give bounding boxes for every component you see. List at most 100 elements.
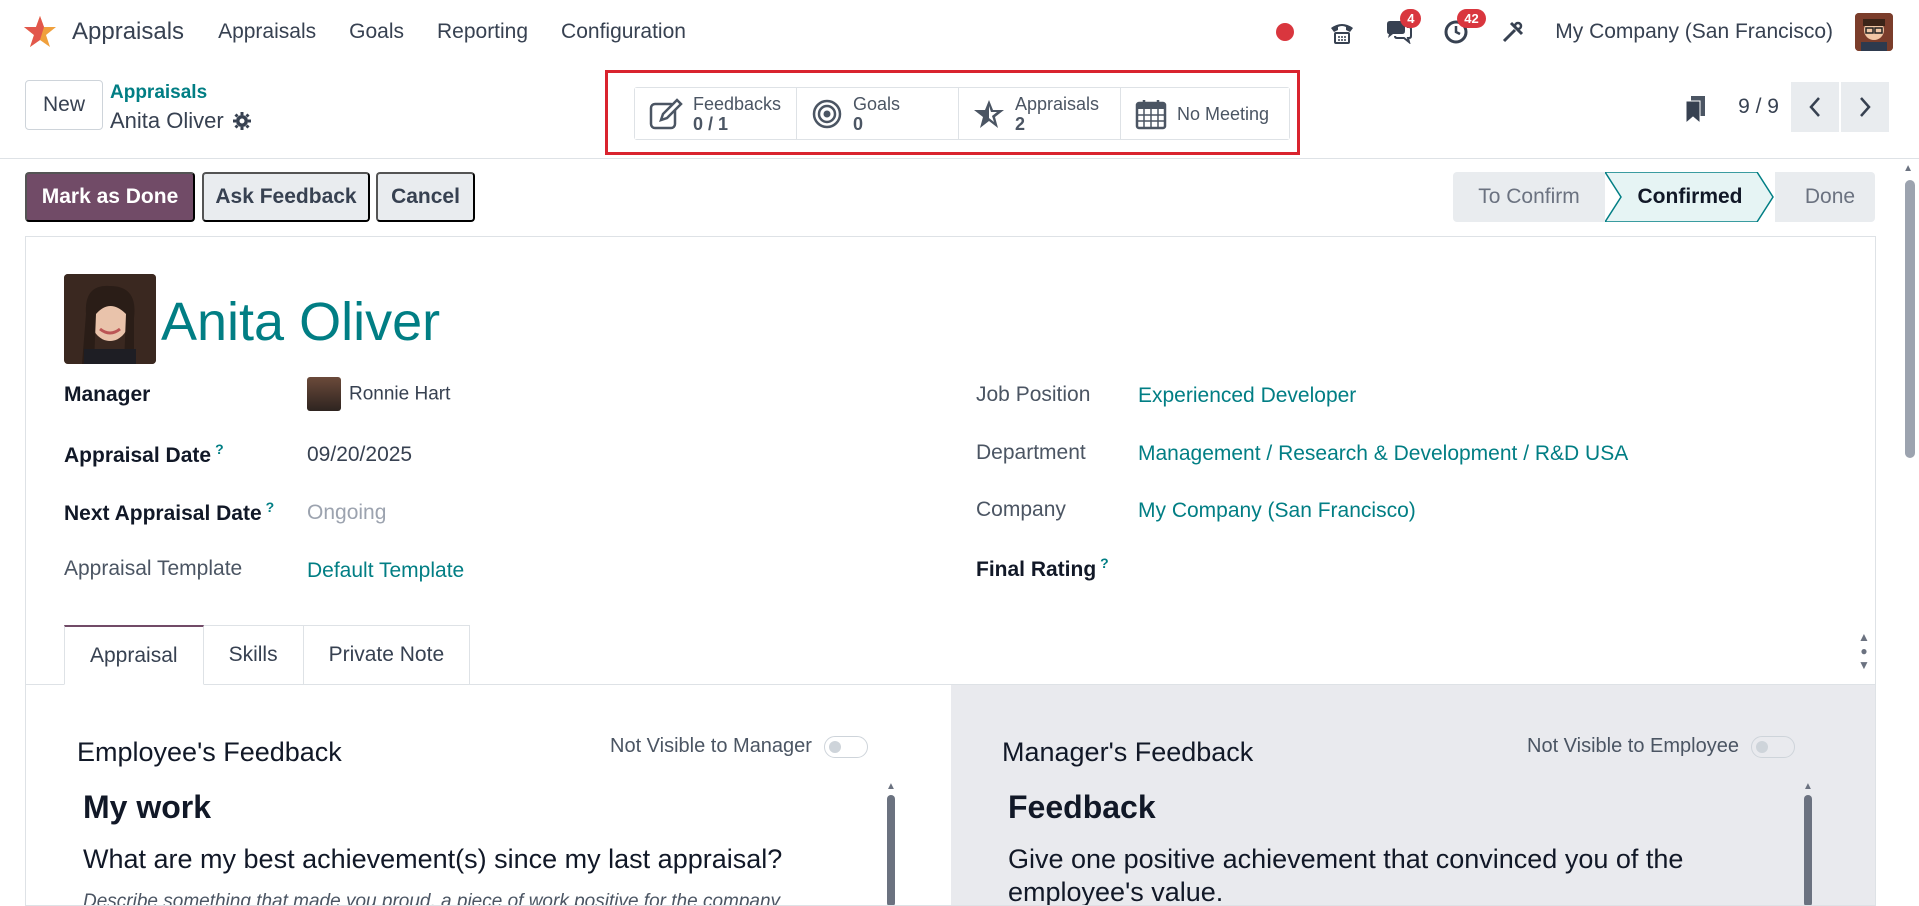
achievement-question: What are my best achievement(s) since my… — [83, 844, 783, 874]
manager-pane-scrollbar[interactable] — [1804, 795, 1812, 905]
smart-buttons-highlight: Feedbacks 0 / 1 Goals 0 Appraisals 2 No … — [605, 70, 1300, 155]
stage-confirmed: Confirmed — [1637, 185, 1743, 208]
pager-count[interactable]: 9 / 9 — [1738, 95, 1779, 119]
menu-goals[interactable]: Goals — [349, 20, 404, 44]
job-position-label: Job Position — [976, 383, 1091, 406]
appraisals-value: 2 — [1015, 113, 1026, 134]
tab-scroll-indicator-icon[interactable]: ▲ ● ▼ — [1858, 630, 1870, 672]
scroll-up-arrow-icon[interactable]: ▲ — [886, 781, 896, 792]
department-label: Department — [976, 441, 1086, 464]
top-navbar: Appraisals Appraisals Goals Reporting Co… — [0, 0, 1919, 64]
goals-label: Goals — [853, 93, 901, 114]
phone-icon[interactable] — [1327, 17, 1357, 47]
not-visible-to-manager-toggle[interactable]: Not Visible to Manager — [610, 735, 868, 758]
company-link[interactable]: My Company (San Francisco) — [1138, 499, 1416, 523]
feedbacks-label: Feedbacks — [693, 93, 782, 114]
bookmark-icon[interactable] — [1685, 96, 1707, 129]
tab-skills[interactable]: Skills — [203, 625, 304, 685]
new-button[interactable]: New — [25, 80, 103, 130]
feedback-heading: Feedback — [1008, 789, 1156, 825]
chevron-right-icon — [1860, 97, 1871, 117]
manager-avatar — [307, 377, 341, 411]
help-icon[interactable]: ? — [1100, 555, 1109, 571]
user-avatar[interactable] — [1855, 13, 1893, 51]
achievement-hint[interactable]: Describe something that made you proud, … — [83, 891, 780, 905]
next-appraisal-date-field[interactable]: Ongoing — [307, 501, 386, 525]
control-panel: New Appraisals Anita Oliver Feedbacks 0 … — [0, 64, 1919, 159]
page-scroll-up-icon[interactable]: ▲ — [1903, 163, 1913, 174]
employee-feedback-pane: Employee's Feedback Not Visible to Manag… — [26, 685, 951, 905]
company-label: Company — [976, 498, 1066, 521]
appraisals-smart-button[interactable]: Appraisals 2 — [959, 88, 1121, 139]
appraisal-template-link[interactable]: Default Template — [307, 559, 464, 583]
activity-clock-icon[interactable]: 42 — [1441, 9, 1486, 47]
stage-done[interactable]: Done — [1775, 172, 1875, 222]
pager-previous-button[interactable] — [1791, 82, 1839, 132]
menu-reporting[interactable]: Reporting — [437, 20, 528, 44]
app-name[interactable]: Appraisals — [72, 18, 184, 46]
manager-name: Ronnie Hart — [349, 383, 451, 405]
not-visible-to-employee-toggle[interactable]: Not Visible to Employee — [1527, 735, 1795, 758]
next-appraisal-date-label: Next Appraisal Date? — [64, 499, 275, 525]
tab-private-note[interactable]: Private Note — [303, 625, 471, 685]
messages-badge: 4 — [1400, 9, 1422, 28]
ask-feedback-button[interactable]: Ask Feedback — [202, 172, 370, 222]
gear-icon[interactable] — [232, 111, 252, 131]
target-icon — [812, 99, 842, 128]
goals-value: 0 — [853, 113, 864, 134]
manager-feedback-pane: Manager's Feedback Not Visible to Employ… — [951, 685, 1875, 906]
mark-as-done-button[interactable]: Mark as Done — [25, 172, 195, 222]
menu-configuration[interactable]: Configuration — [561, 20, 686, 44]
stage-confirmed-wrap[interactable]: Confirmed — [1605, 172, 1775, 222]
stage-to-confirm[interactable]: To Confirm — [1453, 172, 1605, 222]
star-icon — [974, 99, 1004, 128]
appraisals-label: Appraisals — [1015, 93, 1100, 114]
menu-appraisals[interactable]: Appraisals — [218, 20, 316, 44]
tab-appraisal[interactable]: Appraisal — [64, 625, 204, 685]
my-work-heading: My work — [83, 789, 212, 825]
department-link[interactable]: Management / Research & Development / R&… — [1138, 442, 1628, 466]
smart-buttons: Feedbacks 0 / 1 Goals 0 Appraisals 2 No … — [634, 87, 1290, 140]
meeting-label: No Meeting — [1177, 103, 1270, 124]
appraisal-template-label: Appraisal Template — [64, 557, 243, 580]
messages-icon[interactable]: 4 — [1384, 9, 1422, 47]
employee-photo[interactable] — [64, 274, 156, 364]
toggle-switch[interactable] — [823, 735, 868, 758]
employee-feedback-title: Employee's Feedback — [77, 737, 342, 767]
goals-smart-button[interactable]: Goals 0 — [797, 88, 959, 139]
help-icon[interactable]: ? — [266, 499, 275, 515]
pager: 9 / 9 — [1738, 82, 1889, 132]
calendar-icon — [1135, 99, 1167, 129]
manager-label: Manager — [64, 383, 151, 406]
pager-next-button[interactable] — [1841, 82, 1889, 132]
employee-name[interactable]: Anita Oliver — [161, 291, 440, 353]
manager-feedback-title: Manager's Feedback — [1002, 737, 1254, 767]
stage-bar: To Confirm Confirmed Done — [1453, 172, 1875, 222]
toggle-label: Not Visible to Manager — [610, 735, 812, 757]
feedback-edit-icon — [649, 97, 683, 129]
manager-question-line2: employee's value. — [1008, 877, 1224, 906]
appraisal-date-label: Appraisal Date? — [64, 441, 224, 467]
toggle-switch[interactable] — [1750, 735, 1795, 758]
manager-field[interactable]: Ronnie Hart — [307, 377, 450, 411]
breadcrumb-parent-link[interactable]: Appraisals — [110, 82, 207, 104]
meeting-smart-button[interactable]: No Meeting — [1121, 88, 1289, 139]
feedbacks-smart-button[interactable]: Feedbacks 0 / 1 — [635, 88, 797, 139]
appraisal-date-field[interactable]: 09/20/2025 — [307, 443, 412, 467]
company-switcher[interactable]: My Company (San Francisco) — [1555, 20, 1833, 44]
status-bar: Mark as Done Ask Feedback Cancel To Conf… — [0, 159, 1900, 236]
chevron-left-icon — [1809, 97, 1820, 117]
recording-dot-icon[interactable] — [1270, 17, 1300, 47]
debug-tools-icon[interactable] — [1498, 17, 1528, 47]
breadcrumb-current-label: Anita Oliver — [110, 108, 224, 133]
final-rating-label: Final Rating? — [976, 555, 1109, 581]
app-logo-icon[interactable] — [20, 12, 60, 52]
cancel-button[interactable]: Cancel — [376, 172, 475, 222]
employee-pane-scrollbar[interactable] — [887, 795, 895, 905]
scroll-up-arrow-icon[interactable]: ▲ — [1803, 781, 1813, 792]
job-position-link[interactable]: Experienced Developer — [1138, 384, 1356, 408]
help-icon[interactable]: ? — [215, 441, 224, 457]
manager-question-line1: Give one positive achievement that convi… — [1008, 844, 1684, 874]
breadcrumb-current: Anita Oliver — [110, 108, 252, 134]
page-scrollbar-thumb[interactable] — [1905, 180, 1915, 458]
